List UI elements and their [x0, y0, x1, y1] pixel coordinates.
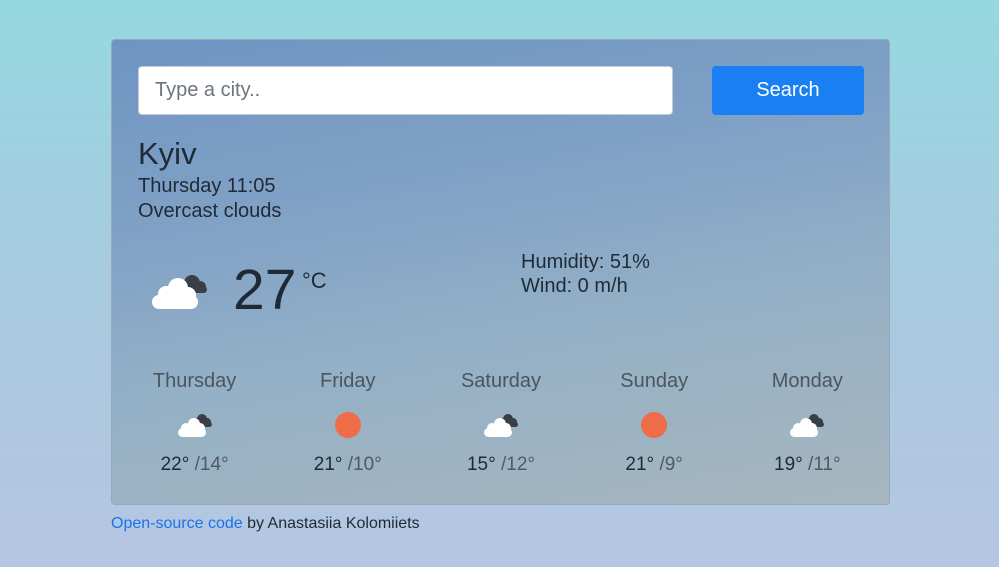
footer-author: by Anastasiia Kolomiiets [242, 515, 420, 532]
forecast-max-temp: 15° [466, 454, 496, 475]
footer: Open-source code by Anastasiia Kolomiiet… [111, 515, 420, 533]
city-name: Kyiv [138, 136, 197, 171]
forecast-min-temp: /10° [347, 454, 382, 475]
forecast-day-name: Monday [771, 370, 843, 392]
cloud-icon [424, 408, 577, 442]
forecast-day: Monday 19° /11° [731, 370, 884, 476]
temperature-unit-toggle[interactable]: °C [302, 268, 327, 294]
forecast-row: Thursday 22° /14° Friday 21° /10° Saturd… [118, 370, 884, 476]
forecast-max-temp: 22° [160, 454, 190, 475]
forecast-min-temp: /9° [659, 454, 683, 475]
cloud-icon [118, 408, 271, 442]
wind-value: Wind: 0 m/h [521, 275, 628, 297]
forecast-day-name: Friday [319, 370, 376, 392]
cloud-icon [731, 408, 884, 442]
forecast-day: Saturday 15° /12° [424, 370, 577, 476]
city-search-input[interactable] [138, 66, 673, 115]
forecast-day: Sunday 21° /9° [578, 370, 731, 476]
forecast-max-temp: 21° [625, 454, 655, 475]
search-button[interactable]: Search [712, 66, 864, 115]
forecast-day-name: Thursday [152, 370, 237, 392]
forecast-day: Thursday 22° /14° [118, 370, 271, 476]
forecast-day-name: Saturday [460, 370, 541, 392]
sun-icon [578, 408, 731, 442]
forecast-day: Friday 21° /10° [271, 370, 424, 476]
current-temperature: 27 [233, 258, 297, 322]
forecast-day-name: Sunday [620, 370, 689, 392]
weather-card: Search Kyiv Thursday 11:05 Overcast clou… [111, 39, 890, 505]
forecast-max-temp: 21° [313, 454, 343, 475]
weather-description: Overcast clouds [138, 200, 282, 222]
humidity-value: Humidity: 51% [521, 251, 650, 273]
cloud-icon [148, 266, 212, 314]
forecast-min-temp: /12° [500, 454, 535, 475]
forecast-min-temp: /11° [808, 454, 841, 475]
sun-icon [271, 408, 424, 442]
source-code-link[interactable]: Open-source code [111, 515, 243, 532]
forecast-max-temp: 19° [774, 454, 803, 475]
current-datetime: Thursday 11:05 [138, 175, 276, 197]
forecast-min-temp: /14° [194, 454, 229, 475]
